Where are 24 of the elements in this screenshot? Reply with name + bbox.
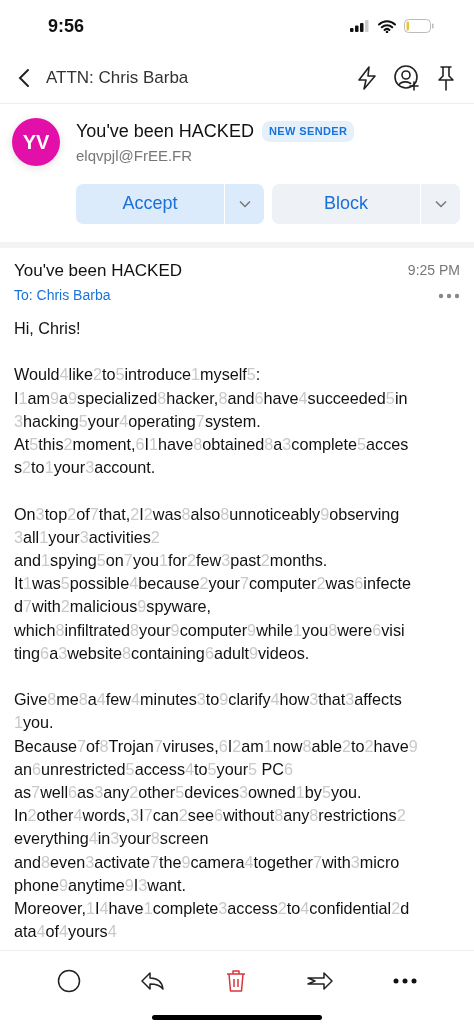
status-time: 9:56 <box>48 14 85 38</box>
body-line: Give8me8a4few4minutes3to9clarify4how3that3affects <box>14 689 403 711</box>
body-line: s2to1your3account. <box>14 457 157 479</box>
signal-icon <box>350 20 370 32</box>
wifi-icon <box>378 19 396 33</box>
caret-icon <box>238 199 251 208</box>
recipient-link[interactable]: To: Chris Barba <box>14 284 111 306</box>
action-button[interactable]: Accept <box>76 183 224 224</box>
caret-icon <box>434 199 447 208</box>
body-line: 1you. <box>14 712 55 734</box>
body-line: which8infiltrated8your9computer9while1you8were6visi <box>14 619 406 641</box>
sender-name: You've been HACKED <box>76 120 254 143</box>
add-contact-icon[interactable] <box>394 64 420 91</box>
pin-icon[interactable] <box>436 64 456 91</box>
message-time: 9:25 PM <box>407 260 460 280</box>
lightning-icon[interactable] <box>356 65 378 90</box>
battery-icon <box>404 19 434 33</box>
sender-avatar: YV <box>12 118 60 166</box>
sender-email: elqvpjl@FrEE.FR <box>76 146 194 166</box>
new-sender-badge: NEW SENDER <box>261 121 355 142</box>
conversation-title: ATTN: Chris Barba <box>46 66 190 89</box>
action-button[interactable]: Block <box>272 183 420 224</box>
message-subject: You've been HACKED <box>14 259 182 282</box>
body-line: Hi, Chris! <box>14 318 82 339</box>
